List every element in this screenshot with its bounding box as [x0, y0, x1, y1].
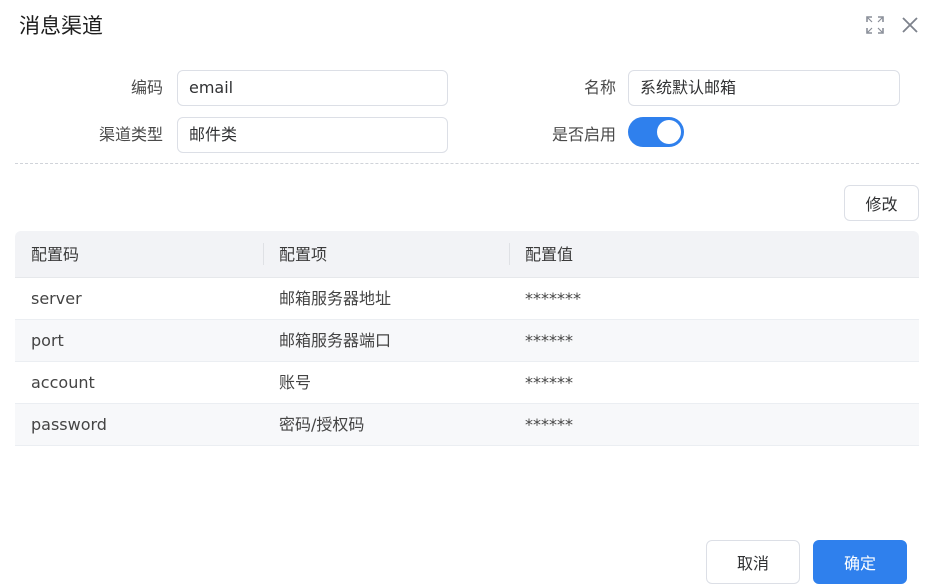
- cell-value: ******: [525, 373, 573, 392]
- column-header-value: 配置值: [509, 231, 919, 277]
- cell-code: account: [31, 373, 95, 392]
- close-icon[interactable]: [899, 14, 921, 36]
- message-channel-dialog: 消息渠道 编码 email 名称 系统默认邮箱 渠道类型 邮件类 是否启用 修改…: [0, 0, 934, 588]
- cancel-button[interactable]: 取消: [706, 540, 800, 584]
- cell-item: 邮箱服务器端口: [279, 331, 392, 350]
- cell-item: 账号: [279, 373, 312, 392]
- config-table: 配置码 配置项 配置值 server 邮箱服务器地址 ******* port …: [15, 231, 919, 446]
- code-field[interactable]: email: [177, 70, 448, 106]
- table-header: 配置码 配置项 配置值: [15, 231, 919, 278]
- channel-type-label: 渠道类型: [98, 125, 163, 144]
- enabled-label: 是否启用: [551, 125, 616, 144]
- column-header-code: 配置码: [31, 245, 80, 264]
- channel-type-field[interactable]: 邮件类: [177, 117, 448, 153]
- name-label: 名称: [583, 78, 616, 97]
- fullscreen-icon[interactable]: [864, 14, 886, 36]
- cell-code: server: [31, 289, 82, 308]
- column-header-item: 配置项: [263, 231, 509, 277]
- confirm-button[interactable]: 确定: [813, 540, 907, 584]
- table-row[interactable]: server 邮箱服务器地址 *******: [15, 278, 919, 320]
- dialog-title: 消息渠道: [19, 14, 103, 38]
- cell-item: 邮箱服务器地址: [279, 289, 392, 308]
- cell-code: password: [31, 415, 107, 434]
- code-label: 编码: [130, 78, 163, 97]
- cell-item: 密码/授权码: [279, 415, 365, 434]
- enabled-toggle[interactable]: [628, 117, 684, 147]
- form-divider: [15, 163, 919, 164]
- cell-code: port: [31, 331, 64, 350]
- edit-button[interactable]: 修改: [844, 185, 919, 221]
- table-row[interactable]: port 邮箱服务器端口 ******: [15, 320, 919, 362]
- cell-value: ******: [525, 331, 573, 350]
- cell-value: ******: [525, 415, 573, 434]
- table-row[interactable]: account 账号 ******: [15, 362, 919, 404]
- toggle-knob: [657, 120, 681, 144]
- cell-value: *******: [525, 289, 581, 308]
- name-field[interactable]: 系统默认邮箱: [628, 70, 900, 106]
- table-row[interactable]: password 密码/授权码 ******: [15, 404, 919, 446]
